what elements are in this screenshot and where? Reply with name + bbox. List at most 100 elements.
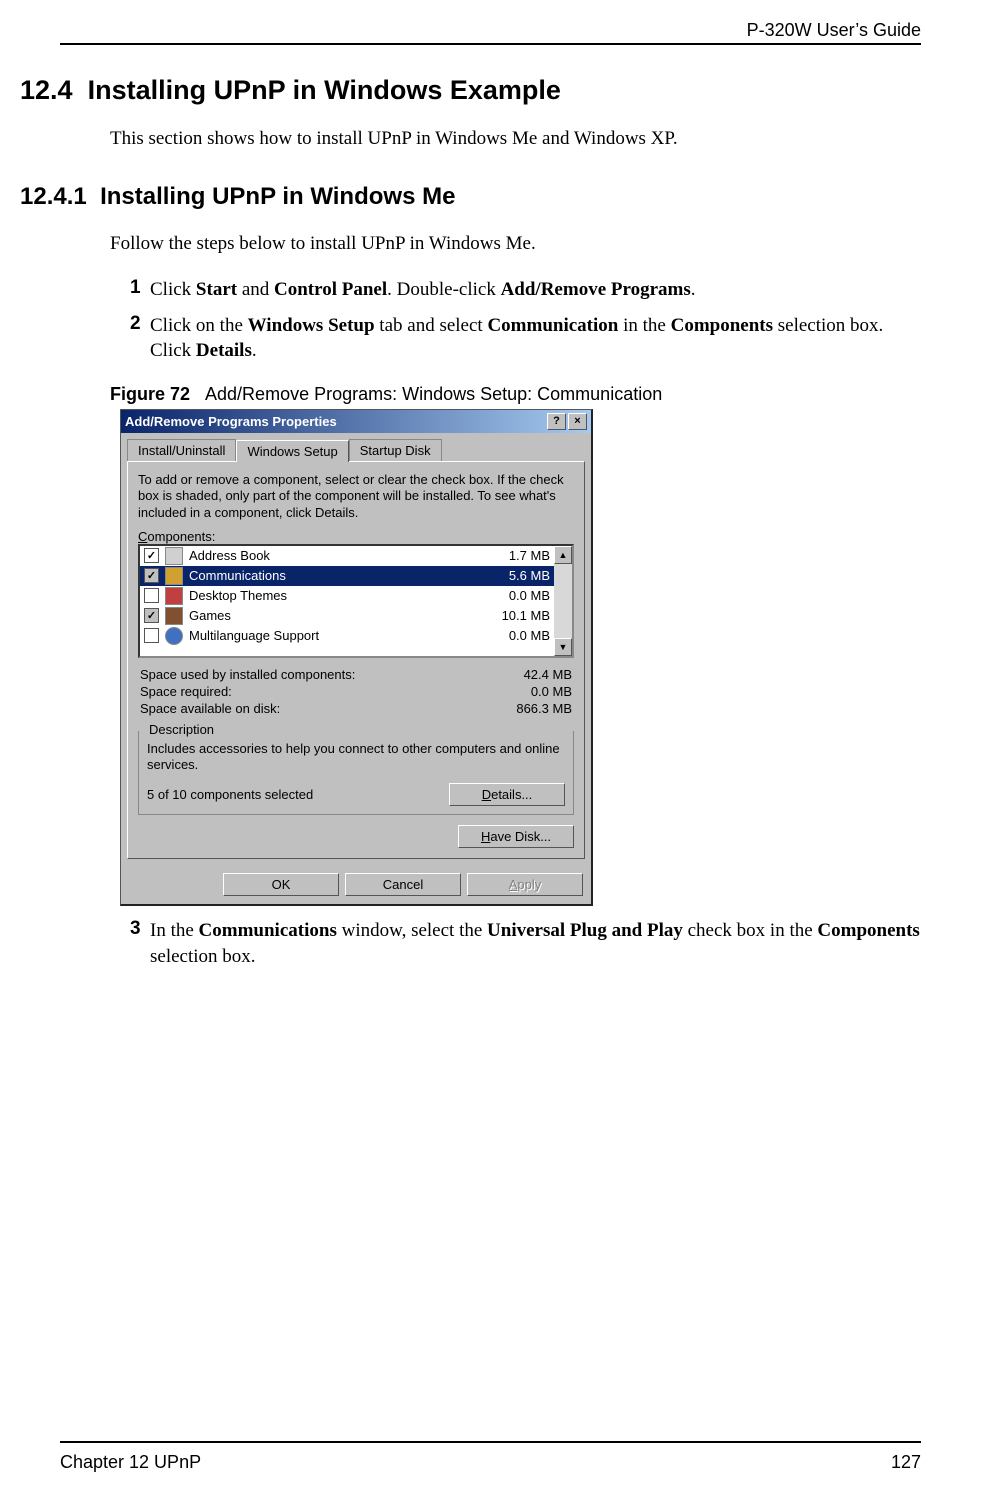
section-title: Installing UPnP in Windows Example xyxy=(88,75,561,105)
t: . Double-click xyxy=(387,279,500,300)
ok-button[interactable]: OK xyxy=(223,873,339,896)
scroll-up-icon[interactable]: ▲ xyxy=(554,546,572,564)
description-text: Includes accessories to help you connect… xyxy=(147,741,565,775)
games-icon xyxy=(165,607,183,625)
t: Communication xyxy=(487,315,618,336)
help-button[interactable]: ? xyxy=(547,413,566,430)
t: H xyxy=(481,829,490,844)
stat-label: Space required: xyxy=(140,684,232,699)
cancel-button[interactable]: Cancel xyxy=(345,873,461,896)
figure-number: Figure 72 xyxy=(110,384,190,404)
t: ave Disk... xyxy=(490,829,551,844)
details-button[interactable]: Details... xyxy=(449,783,565,806)
t: and xyxy=(237,279,274,300)
t: tab and select xyxy=(375,315,488,336)
stat-label: Space available on disk: xyxy=(140,701,280,716)
header-rule xyxy=(60,43,921,45)
subsection-heading: 12.4.1 Installing UPnP in Windows Me xyxy=(20,183,921,211)
list-item[interactable]: ✓ Address Book 1.7 MB xyxy=(140,546,554,566)
scroll-track[interactable] xyxy=(554,564,572,638)
checkbox-icon[interactable]: ✓ xyxy=(144,568,159,583)
step-text: Click on the Windows Setup tab and selec… xyxy=(150,313,921,364)
tab-panel: To add or remove a component, select or … xyxy=(127,461,585,859)
t: D xyxy=(482,787,491,802)
dialog-title: Add/Remove Programs Properties xyxy=(125,414,337,429)
t: Click on the xyxy=(150,315,248,336)
section-intro: This section shows how to install UPnP i… xyxy=(110,126,921,153)
list-item[interactable]: Desktop Themes 0.0 MB xyxy=(140,586,554,606)
t: Click xyxy=(150,279,196,300)
addremove-dialog: Add/Remove Programs Properties ? × Insta… xyxy=(120,409,593,906)
step-number: 2 xyxy=(130,313,150,364)
checkbox-icon[interactable] xyxy=(144,628,159,643)
t: Details xyxy=(196,340,252,361)
footer-chapter: Chapter 12 UPnP xyxy=(60,1452,201,1473)
list-item[interactable]: Multilanguage Support 0.0 MB xyxy=(140,626,554,646)
figure-caption: Figure 72 Add/Remove Programs: Windows Se… xyxy=(110,384,921,405)
stat-label: Space used by installed components: xyxy=(140,667,355,682)
have-disk-button[interactable]: Have Disk... xyxy=(458,825,574,848)
step-2: 2 Click on the Windows Setup tab and sel… xyxy=(130,313,921,364)
t: in the xyxy=(618,315,670,336)
t: In the xyxy=(150,920,199,941)
tab-install-uninstall[interactable]: Install/Uninstall xyxy=(127,439,236,461)
address-book-icon xyxy=(165,547,183,565)
subsection-intro: Follow the steps below to install UPnP i… xyxy=(110,231,921,258)
scroll-down-icon[interactable]: ▼ xyxy=(554,638,572,656)
t: check box in the xyxy=(683,920,818,941)
t: . xyxy=(252,340,257,361)
scrollbar[interactable]: ▲ ▼ xyxy=(554,546,572,656)
t: window, select the xyxy=(337,920,487,941)
subsection-title: Installing UPnP in Windows Me xyxy=(100,183,455,210)
item-name: Communications xyxy=(189,568,480,583)
item-size: 0.0 MB xyxy=(480,588,550,603)
group-label: Description xyxy=(145,722,218,737)
item-name: Games xyxy=(189,608,480,623)
stat-value: 42.4 MB xyxy=(524,667,572,682)
header-guide-title: P-320W User’s Guide xyxy=(60,20,921,41)
item-name: Desktop Themes xyxy=(189,588,480,603)
subsection-number: 12.4.1 xyxy=(20,183,87,210)
t: Add/Remove Programs xyxy=(501,279,691,300)
section-heading: 12.4 Installing UPnP in Windows Example xyxy=(20,75,921,106)
t: Universal Plug and Play xyxy=(487,920,683,941)
components-label: CComponents:omponents: xyxy=(138,529,574,544)
t: etails... xyxy=(491,787,532,802)
step-number: 1 xyxy=(130,277,150,303)
t: Communications xyxy=(199,920,337,941)
checkbox-icon[interactable]: ✓ xyxy=(144,548,159,563)
step-1: 1 Click Start and Control Panel. Double-… xyxy=(130,277,921,303)
figure-caption-text: Add/Remove Programs: Windows Setup: Comm… xyxy=(205,384,662,404)
communications-icon xyxy=(165,567,183,585)
item-size: 0.0 MB xyxy=(480,628,550,643)
step-text: In the Communications window, select the… xyxy=(150,918,921,969)
close-button[interactable]: × xyxy=(568,413,587,430)
item-name: Multilanguage Support xyxy=(189,628,480,643)
checkbox-icon[interactable]: ✓ xyxy=(144,608,159,623)
list-item[interactable]: ✓ Games 10.1 MB xyxy=(140,606,554,626)
step-text: Click Start and Control Panel. Double-cl… xyxy=(150,277,921,303)
t: selection box. xyxy=(150,946,256,967)
stat-value: 866.3 MB xyxy=(516,701,572,716)
desktop-themes-icon xyxy=(165,587,183,605)
space-stats: Space used by installed components: 42.4 … xyxy=(138,666,574,717)
dialog-titlebar[interactable]: Add/Remove Programs Properties ? × xyxy=(121,410,591,433)
components-listbox[interactable]: ✓ Address Book 1.7 MB ✓ Communications 5… xyxy=(138,544,574,658)
footer-page-number: 127 xyxy=(891,1452,921,1473)
list-item[interactable]: ✓ Communications 5.6 MB xyxy=(140,566,554,586)
t: Windows Setup xyxy=(248,315,375,336)
t: . xyxy=(691,279,696,300)
selected-count: 5 of 10 components selected xyxy=(147,787,313,802)
apply-button[interactable]: Apply xyxy=(467,873,583,896)
t: Start xyxy=(196,279,237,300)
t: Components xyxy=(671,315,773,336)
checkbox-icon[interactable] xyxy=(144,588,159,603)
step-number: 3 xyxy=(130,918,150,969)
tab-windows-setup[interactable]: Windows Setup xyxy=(236,440,348,462)
item-size: 1.7 MB xyxy=(480,548,550,563)
t: Control Panel xyxy=(274,279,387,300)
tab-startup-disk[interactable]: Startup Disk xyxy=(349,439,442,461)
step-3: 3 In the Communications window, select t… xyxy=(130,918,921,969)
t: Components xyxy=(817,920,919,941)
globe-icon xyxy=(165,627,183,645)
